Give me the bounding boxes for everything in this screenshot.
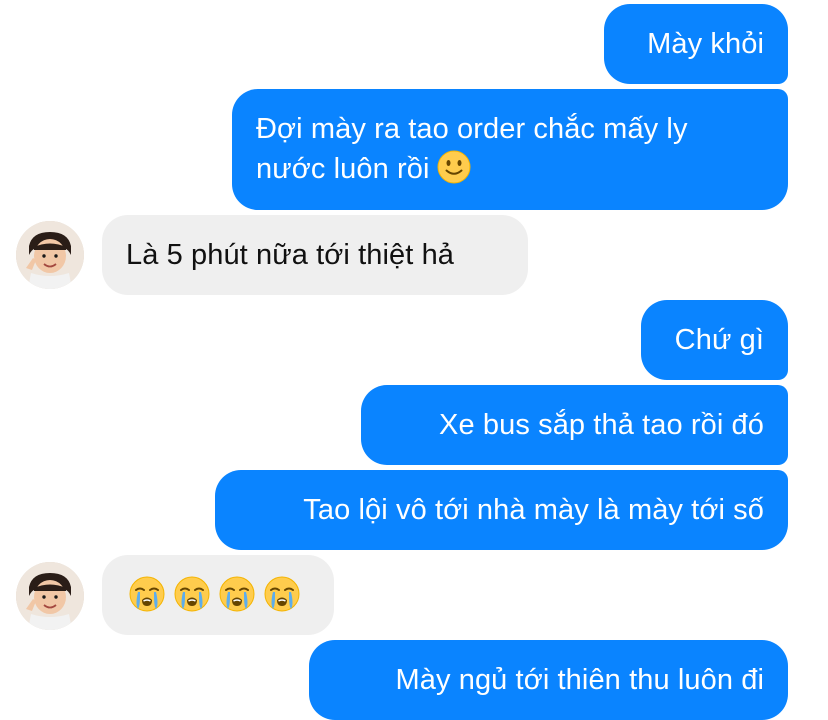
message-bubble-outgoing[interactable]: Đợi mày ra tao order chắc mấy ly nước lu…: [232, 89, 788, 210]
chat-thread: Mày khỏi Đợi mày ra tao order chắc mấy l…: [0, 0, 828, 720]
loudly-crying-face-icon: [218, 575, 256, 613]
message-text: Xe bus sắp thả tao rồi đó: [439, 409, 764, 441]
message-text-line: Đợi mày ra tao order chắc mấy ly: [256, 113, 688, 145]
message-text: Là 5 phút nữa tới thiệt hả: [126, 239, 455, 271]
message-bubble-incoming[interactable]: Là 5 phút nữa tới thiệt hả: [102, 215, 528, 295]
message-text: nước luôn rồi: [256, 153, 430, 185]
slightly-smiling-face-icon: [436, 149, 472, 185]
loudly-crying-face-icon: [128, 575, 166, 613]
loudly-crying-face-icon: [263, 575, 301, 613]
contact-avatar[interactable]: [16, 562, 84, 630]
message-bubble-outgoing[interactable]: Chứ gì: [641, 300, 788, 380]
loudly-crying-face-icon: [173, 575, 211, 613]
message-text: Mày khỏi: [647, 28, 764, 60]
message-bubble-outgoing[interactable]: Mày ngủ tới thiên thu luôn đi: [309, 640, 788, 720]
message-text: Tao lội vô tới nhà mày là mày tới số: [303, 494, 764, 526]
message-text: Mày ngủ tới thiên thu luôn đi: [395, 664, 764, 696]
message-bubble-outgoing[interactable]: Tao lội vô tới nhà mày là mày tới số: [215, 470, 788, 550]
message-bubble-outgoing[interactable]: Xe bus sắp thả tao rồi đó: [361, 385, 788, 465]
message-bubble-outgoing[interactable]: Mày khỏi: [604, 4, 788, 84]
emoji-row: [128, 575, 310, 613]
message-text-line: nước luôn rồi: [256, 149, 764, 189]
message-bubble-incoming[interactable]: [102, 555, 334, 635]
message-text: Chứ gì: [674, 324, 764, 356]
contact-avatar[interactable]: [16, 221, 84, 289]
